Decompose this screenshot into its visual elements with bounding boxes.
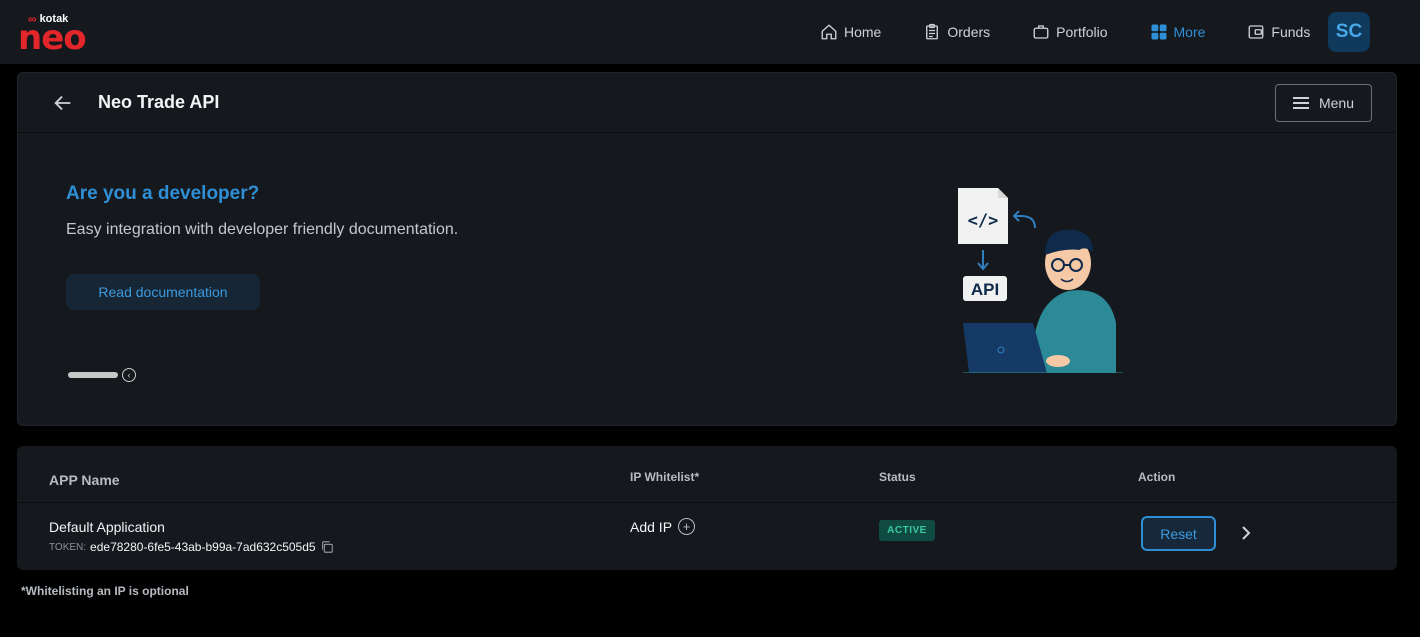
token-value: ede78280-6fe5-43ab-b99a-7ad632c505d5 (90, 540, 316, 554)
clipboard-icon (926, 23, 939, 40)
column-header-app-name: APP Name (49, 472, 120, 488)
page-title: Neo Trade API (98, 92, 220, 112)
nav-more[interactable]: More (1150, 23, 1206, 41)
api-promo-card: Neo Trade API Menu Are you a developer? … (17, 72, 1397, 426)
read-documentation-button[interactable]: Read documentation (66, 274, 260, 310)
plus-circle-icon: + (678, 518, 696, 535)
promo-title: Are you a developer? (66, 183, 260, 204)
menu-button[interactable]: Menu (1275, 84, 1372, 122)
developer-illustration: </> API (958, 188, 1123, 373)
main-nav: Home Orders Portfolio More Funds (820, 0, 1352, 64)
token-label: TOKEN: (49, 541, 87, 553)
status-badge: ACTIVE (879, 520, 935, 541)
nav-portfolio-label: Portfolio (1056, 24, 1108, 40)
grid-icon (1151, 24, 1167, 40)
menu-button-label: Menu (1318, 95, 1355, 111)
avatar[interactable]: SC (1328, 12, 1370, 52)
column-header-ip-whitelist: IP Whitelist* (630, 470, 700, 484)
carousel-active-dot[interactable] (68, 372, 118, 378)
home-icon (821, 24, 837, 40)
nav-orders[interactable]: Orders (923, 23, 990, 41)
briefcase-icon (1033, 25, 1049, 39)
app-name: Default Application (49, 519, 165, 535)
add-ip-button[interactable]: Add IP + (630, 518, 696, 535)
back-arrow-icon[interactable] (52, 92, 74, 114)
add-ip-label: Add IP (630, 518, 673, 535)
nav-funds-label: Funds (1271, 24, 1311, 40)
kotak-neo-logo[interactable]: ∞ kotak neo (18, 12, 87, 58)
column-header-action: Action (1138, 470, 1176, 484)
nav-orders-label: Orders (947, 24, 991, 40)
chevron-right-icon[interactable] (1238, 524, 1254, 542)
card-header: Neo Trade API Menu (18, 73, 1396, 133)
reset-button[interactable]: Reset (1141, 516, 1216, 551)
code-tag-text: </> (968, 211, 999, 231)
nav-funds[interactable]: Funds (1247, 23, 1310, 41)
nav-more-label: More (1173, 24, 1206, 40)
hamburger-icon (1292, 97, 1309, 109)
api-label-text: API (971, 280, 999, 299)
wallet-icon (1248, 25, 1264, 39)
copy-icon[interactable] (320, 540, 334, 554)
header-divider (17, 502, 1397, 503)
nav-home-label: Home (844, 24, 882, 40)
neo-wordmark: neo (18, 18, 87, 58)
carousel-prev-icon[interactable]: ‹ (122, 368, 136, 382)
applications-table: APP Name IP Whitelist* Status Action Def… (17, 446, 1397, 570)
column-header-status: Status (879, 470, 916, 484)
carousel-indicator: ‹ (68, 368, 136, 382)
token-row: TOKEN: ede78280-6fe5-43ab-b99a-7ad632c50… (49, 540, 334, 554)
nav-portfolio[interactable]: Portfolio (1032, 23, 1108, 41)
whitelist-footnote: *Whitelisting an IP is optional (21, 584, 189, 598)
promo-subtitle: Easy integration with developer friendly… (66, 221, 459, 238)
top-bar: ∞ kotak neo Home Orders Portfolio More Fu… (0, 0, 1420, 64)
nav-home[interactable]: Home (820, 23, 881, 41)
